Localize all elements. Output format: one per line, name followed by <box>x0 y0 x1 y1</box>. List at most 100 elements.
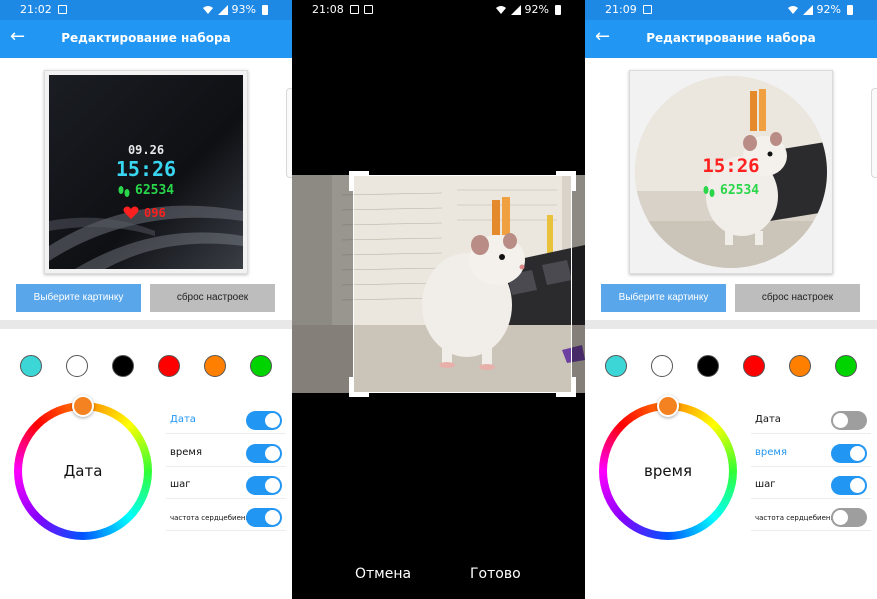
watchface-time: 15:26 <box>115 157 177 181</box>
toggle-label-steps[interactable]: шаг <box>755 479 776 490</box>
toggle-row-heart-rate: частота сердцебиения <box>751 505 871 531</box>
screen-crop-image: 21:08 92% Отмена Готово <box>292 0 585 599</box>
toggle-label-time[interactable]: время <box>170 447 202 458</box>
battery-icon <box>262 4 268 15</box>
color-swatch-red[interactable] <box>158 355 180 377</box>
battery-icon <box>847 4 853 15</box>
crop-handle-bottom-right[interactable] <box>556 377 576 397</box>
watchface-time: 15:26 <box>702 155 760 177</box>
watchface-heart-rate: 096 <box>144 206 166 220</box>
toggle-switch-date[interactable] <box>246 411 282 430</box>
toggle-switch-steps[interactable] <box>246 476 282 495</box>
toggle-switch-time[interactable] <box>246 444 282 463</box>
toggle-row-date: Дата <box>166 408 286 434</box>
color-wheel[interactable]: Дата <box>14 402 152 540</box>
color-swatch-green[interactable] <box>835 355 857 377</box>
color-swatch-black[interactable] <box>697 355 719 377</box>
next-page-tab[interactable] <box>871 88 877 178</box>
done-button[interactable]: Готово <box>470 566 521 582</box>
toggle-label-date[interactable]: Дата <box>755 414 781 425</box>
color-swatch-orange[interactable] <box>789 355 811 377</box>
toggle-row-time: время <box>751 441 871 467</box>
battery-level: 92% <box>524 3 549 16</box>
screen-edit-set-time: 21:09 92% ← Редактирование набора 15:26 … <box>585 0 877 599</box>
reset-settings-button[interactable]: сброс настроек <box>150 284 275 312</box>
color-wheel-handle[interactable] <box>657 395 679 417</box>
battery-icon <box>555 4 561 15</box>
crop-handle-bottom-left[interactable] <box>349 377 369 397</box>
section-divider <box>585 320 877 329</box>
color-swatch-white[interactable] <box>651 355 673 377</box>
color-swatch-black[interactable] <box>112 355 134 377</box>
color-wheel-label: время <box>607 410 729 532</box>
toggle-switch-steps[interactable] <box>831 476 867 495</box>
color-swatch-cyan[interactable] <box>605 355 627 377</box>
color-swatch-green[interactable] <box>250 355 272 377</box>
footsteps-icon <box>702 184 716 203</box>
status-time: 21:02 <box>20 3 52 16</box>
status-right: 93% <box>202 3 268 16</box>
toggle-switch-date[interactable] <box>831 411 867 430</box>
status-right: 92% <box>787 3 853 16</box>
toggle-label-time[interactable]: время <box>755 447 787 458</box>
toggle-switch-time[interactable] <box>831 444 867 463</box>
toggle-row-time: время <box>166 441 286 467</box>
status-bar: 21:09 92% <box>585 0 877 20</box>
toggle-label-steps[interactable]: шаг <box>170 479 191 490</box>
signal-icon <box>802 4 813 15</box>
status-time: 21:09 <box>605 3 637 16</box>
app-bar: ← Редактирование набора <box>0 20 292 58</box>
choose-image-button[interactable]: Выберите картинку <box>601 284 726 312</box>
notification-icon <box>643 5 652 14</box>
color-swatch-cyan[interactable] <box>20 355 42 377</box>
color-swatch-white[interactable] <box>66 355 88 377</box>
crop-mask-left <box>292 175 353 393</box>
status-time: 21:08 <box>312 3 344 16</box>
toggle-label-heart-rate[interactable]: частота сердцебиения <box>170 514 254 522</box>
toggle-label-date[interactable]: Дата <box>170 414 196 425</box>
app-bar-title: Редактирование набора <box>61 31 231 45</box>
watchface-preview[interactable]: 09.26 15:26 62534 096 <box>44 70 248 274</box>
cancel-button[interactable]: Отмена <box>355 566 411 582</box>
heart-icon <box>123 205 139 224</box>
battery-level: 92% <box>816 3 841 16</box>
battery-level: 93% <box>231 3 256 16</box>
section-divider <box>0 320 292 329</box>
gallery-notification-icon <box>350 5 359 14</box>
wifi-icon <box>495 5 506 14</box>
toggle-label-heart-rate[interactable]: частота сердцебиения <box>755 514 839 522</box>
notification-icon <box>58 5 67 14</box>
reset-settings-button[interactable]: сброс настроек <box>735 284 860 312</box>
wifi-icon <box>787 5 798 14</box>
toggle-row-steps: шаг <box>751 473 871 499</box>
signal-icon <box>510 4 521 15</box>
color-wheel-handle[interactable] <box>72 395 94 417</box>
color-wheel[interactable]: время <box>599 402 737 540</box>
screen-edit-set-date: 21:02 93% ← Редактирование набора 09.26 … <box>0 0 292 599</box>
app-bar-title: Редактирование набора <box>646 31 816 45</box>
toggle-row-steps: шаг <box>166 473 286 499</box>
wifi-icon <box>202 5 213 14</box>
crop-handle-top-left[interactable] <box>349 171 369 191</box>
toggle-switch-heart-rate[interactable] <box>831 508 867 527</box>
crop-handle-top-right[interactable] <box>556 171 576 191</box>
status-bar: 21:02 93% <box>0 0 292 20</box>
color-swatch-red[interactable] <box>743 355 765 377</box>
color-swatch-orange[interactable] <box>204 355 226 377</box>
signal-icon <box>217 4 228 15</box>
watchface-preview[interactable]: 15:26 62534 <box>629 70 833 274</box>
crop-selection[interactable] <box>353 175 572 393</box>
toggle-row-date: Дата <box>751 408 871 434</box>
crop-mask-right <box>572 175 585 393</box>
app-bar: ← Редактирование набора <box>585 20 877 58</box>
status-right: 92% <box>495 3 561 16</box>
notification-icon <box>364 5 373 14</box>
toggle-switch-heart-rate[interactable] <box>246 508 282 527</box>
status-bar: 21:08 92% <box>292 0 585 20</box>
watchface-date: 09.26 <box>127 143 165 157</box>
choose-image-button[interactable]: Выберите картинку <box>16 284 141 312</box>
footsteps-icon <box>117 184 131 203</box>
toggle-row-heart-rate: частота сердцебиения <box>166 505 286 531</box>
color-wheel-label: Дата <box>22 410 144 532</box>
watchface-steps: 62534 <box>720 183 760 198</box>
